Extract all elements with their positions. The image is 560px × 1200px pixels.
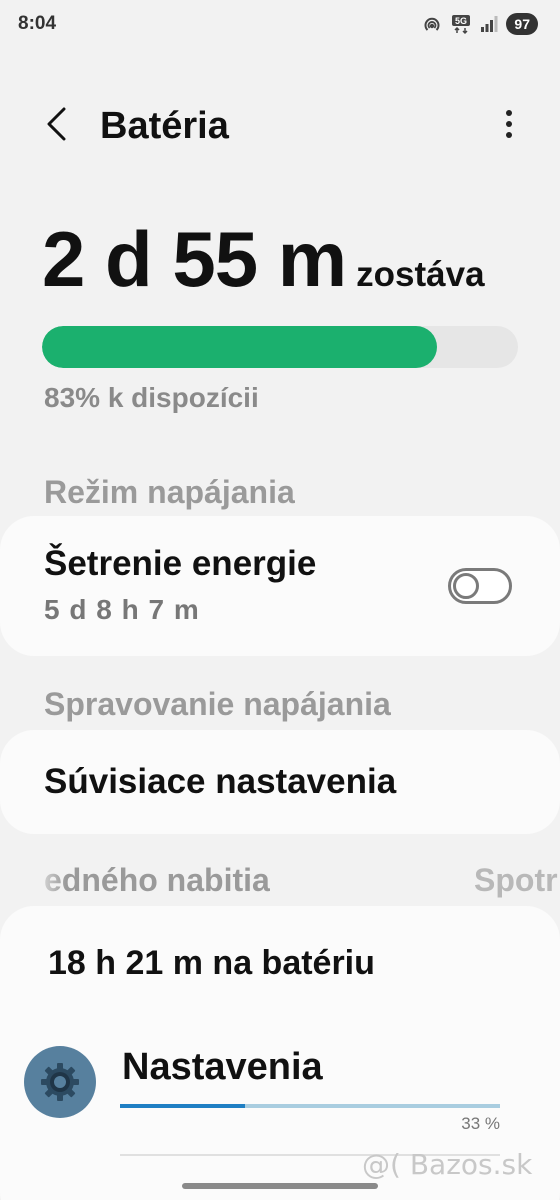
gear-icon[interactable] (24, 1046, 96, 1118)
tab-fade (30, 862, 66, 906)
top-app-bar: Batéria (0, 98, 560, 154)
section-header-power-management: Spravovanie napájania (44, 686, 391, 722)
watermark: @( Bazos.sk (362, 1148, 533, 1181)
battery-level-fill (42, 326, 438, 368)
remaining-time-value: 2 d 55 m (42, 215, 347, 303)
power-saving-title: Šetrenie energie (44, 544, 317, 583)
section-header-power-mode: Režim napájania (44, 474, 295, 510)
power-saving-item[interactable]: Šetrenie energie 5 d 8 h 7 m (0, 516, 560, 656)
page-title: Batéria (100, 105, 229, 147)
tab-since-last-charge[interactable]: edného nabitia (44, 862, 270, 899)
more-vertical-icon (505, 109, 513, 144)
tab-usage[interactable]: Spotr (474, 862, 558, 899)
power-saving-estimate: 5 d 8 h 7 m (44, 594, 200, 625)
usage-summary: 18 h 21 m na batériu (48, 944, 375, 982)
app-usage-percent: 33 % (461, 1114, 500, 1133)
related-settings-item[interactable]: Súvisiace nastavenia (0, 730, 560, 834)
more-options-button[interactable] (496, 104, 522, 148)
app-name[interactable]: Nastavenia (122, 1046, 323, 1089)
battery-remaining: 2 d 55 m zostáva (42, 214, 485, 304)
app-usage-fill (120, 1104, 246, 1108)
network-5g-icon: 5G (450, 13, 472, 35)
toggle-knob (453, 573, 479, 599)
status-icons: 5G 97 (422, 13, 538, 35)
status-bar: 8:04 5G 97 (0, 0, 560, 48)
usage-tabs: edného nabitia Spotr (0, 862, 560, 906)
battery-level-badge: 97 (506, 13, 538, 35)
chevron-left-icon (44, 106, 68, 147)
power-saving-toggle[interactable] (448, 568, 512, 604)
hotspot-icon (422, 14, 442, 34)
remaining-time-suffix: zostáva (356, 255, 485, 294)
back-button[interactable] (38, 104, 74, 148)
battery-level-bar (42, 326, 518, 368)
svg-text:5G: 5G (455, 16, 467, 26)
signal-icon (480, 15, 498, 33)
related-settings-label: Súvisiace nastavenia (44, 762, 397, 801)
battery-available-text: 83% k dispozícii (44, 382, 259, 413)
home-indicator[interactable] (182, 1183, 378, 1189)
app-usage-bar (120, 1104, 500, 1108)
status-time: 8:04 (18, 13, 57, 34)
